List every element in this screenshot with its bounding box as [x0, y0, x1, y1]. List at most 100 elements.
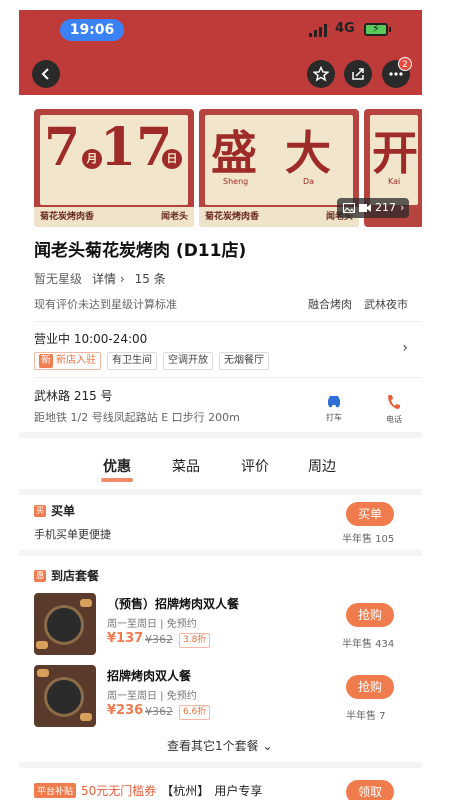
deal-item[interactable]: 招牌烤肉双人餐 周一至周日 | 免预约 ¥236 ¥362 6.6折 抢购 半年… — [34, 665, 422, 731]
dish-image — [80, 713, 92, 721]
deal-thumbnail — [34, 593, 96, 655]
banner-day-char: 日 — [162, 149, 182, 169]
deal-price: ¥137 — [107, 631, 144, 646]
divider — [34, 321, 422, 322]
banner-char-3: 开 — [372, 126, 418, 180]
banner-month-number: 7 — [44, 117, 81, 178]
business-hours: 营业中 10:00-24:00 — [34, 332, 148, 346]
taxi-button[interactable]: 打车 — [314, 394, 354, 423]
phone-label: 电话 — [386, 415, 402, 424]
media-count: 217 — [375, 201, 396, 214]
tag-nonsmoking: 无烟餐厅 — [219, 352, 269, 370]
pay-subtitle: 手机买单更便捷 — [34, 528, 111, 541]
banner-panel-date[interactable]: 7 月 17 日 菊花炭烤肉香 闻老头 — [34, 109, 194, 227]
tab-dishes[interactable]: 菜品 — [172, 456, 200, 476]
pay-button[interactable]: 买单 — [346, 502, 394, 526]
divider — [34, 377, 422, 378]
package-title: 到店套餐 — [51, 569, 100, 583]
address[interactable]: 武林路 215 号 — [34, 387, 113, 404]
back-button[interactable] — [32, 60, 60, 88]
banner-footer-brand: 闻老头 — [160, 212, 188, 222]
tab-reviews[interactable]: 评价 — [241, 456, 269, 476]
status-bar: 19:06 4G ⚡ — [19, 10, 422, 50]
buy-button[interactable]: 抢购 — [346, 675, 394, 699]
more-packages-link[interactable]: 查看其它1个套餐 ⌄ — [167, 737, 273, 754]
rating-row: 暂无星级 详情 › 15 条 — [34, 270, 166, 287]
share-button[interactable] — [344, 60, 372, 88]
media-count-pill[interactable]: 217 › — [337, 198, 409, 218]
banner-char-2: 大 — [285, 126, 331, 180]
banner-footer-left: 菊花炭烤肉香 — [40, 212, 95, 222]
chevron-right-icon: › — [400, 201, 405, 214]
promo-city: 【杭州】 — [161, 784, 210, 798]
phone-icon — [374, 394, 414, 414]
banner-month-char: 月 — [82, 149, 102, 169]
image-icon — [343, 203, 355, 213]
tab-nearby[interactable]: 周边 — [308, 456, 336, 476]
section-gap — [19, 489, 422, 495]
dish-image — [36, 641, 48, 649]
deal-item[interactable]: （预售）招牌烤肉双人餐 周一至周日 | 免预约 ¥137 ¥362 3.8折 抢… — [34, 593, 422, 659]
chevron-left-icon — [41, 68, 49, 80]
promo-amount: 50元无门槛券 — [81, 784, 157, 798]
pay-sold: 半年售 105 — [342, 534, 395, 545]
pay-section-title: 买 买单 — [34, 502, 75, 519]
banner-day-number: 17 — [100, 117, 173, 178]
more-packages-label: 查看其它1个套餐 — [167, 739, 259, 753]
chevron-down-icon: ⌄ — [262, 739, 273, 753]
address-subway: 距地铁 1/2 号线凤起路站 E 口步行 200m — [34, 411, 240, 424]
platform-badge: 平台补贴 — [34, 783, 77, 798]
favorite-button[interactable] — [307, 60, 335, 88]
package-section-title: 惠 到店套餐 — [34, 567, 99, 584]
tag-label: 新店入驻 — [56, 355, 96, 366]
app-screen: 19:06 4G ⚡ 2 7 月 17 日 菊花炭烤肉香 闻老头 盛 大 She… — [19, 10, 422, 800]
promo-note: 用户专享 — [214, 784, 263, 798]
video-icon — [359, 204, 371, 212]
section-gap — [19, 762, 422, 768]
header: 19:06 4G ⚡ 2 — [19, 10, 422, 95]
deal-old-price: ¥362 — [145, 633, 173, 646]
deal-meta: 周一至周日 | 免预约 — [107, 691, 197, 702]
tab-bar: 优惠 菜品 评价 周边 — [19, 456, 422, 484]
banner-footer: 菊花炭烤肉香 闻老头 — [199, 207, 359, 227]
new-box: 新 — [39, 354, 53, 368]
deal-sold: 半年售 434 — [342, 639, 395, 650]
claim-button[interactable]: 领取 — [346, 780, 394, 800]
promo-row: 平台补贴 50元无门槛券 【杭州】 用户专享 — [34, 782, 262, 799]
rating-label: 暂无星级 — [34, 272, 83, 286]
tab-deals[interactable]: 优惠 — [101, 456, 133, 482]
pay-icon: 买 — [34, 504, 46, 517]
grill-image — [44, 605, 84, 645]
shop-title: 闻老头菊花炭烤肉 (D11店) — [34, 241, 247, 261]
deal-thumbnail — [34, 665, 96, 727]
tag-aircon: 空调开放 — [163, 352, 213, 370]
network-label: 4G — [335, 21, 355, 36]
section-gap — [19, 432, 422, 438]
deal-price: ¥236 — [107, 703, 144, 718]
area-label[interactable]: 武林夜市 — [364, 296, 408, 312]
details-link[interactable]: 详情 › — [92, 270, 125, 287]
details-label: 详情 — [92, 272, 117, 286]
phone-button[interactable]: 电话 — [374, 394, 414, 425]
deal-name: （预售）招牌烤肉双人餐 — [107, 597, 240, 611]
banner-pinyin-3: Kai — [388, 177, 401, 186]
category-label[interactable]: 融合烤肉 — [308, 296, 352, 312]
rating-note: 现有评价未达到星级计算标准 — [34, 298, 177, 311]
banner-panel-grand[interactable]: 盛 大 Sheng Da 菊花炭烤肉香 闻老头 — [199, 109, 359, 227]
banner-pinyin-1: Sheng — [223, 177, 249, 186]
section-gap — [19, 550, 422, 556]
review-count: 15 条 — [134, 272, 166, 286]
category-tags: 融合烤肉 武林夜市 — [308, 296, 408, 312]
deal-sold: 半年售 7 — [346, 711, 386, 722]
banner-pinyin-2: Da — [303, 177, 315, 186]
deal-name: 招牌烤肉双人餐 — [107, 669, 192, 683]
status-time: 19:06 — [60, 19, 124, 41]
notification-badge: 2 — [398, 57, 412, 71]
more-dots-icon — [389, 72, 403, 76]
package-icon: 惠 — [34, 569, 46, 582]
page: 19:06 4G ⚡ 2 7 月 17 日 菊花炭烤肉香 闻老头 盛 大 She… — [0, 0, 456, 800]
hours-chevron-icon[interactable]: › — [402, 340, 408, 356]
facility-tags: 新新店入驻 有卫生间 空调开放 无烟餐厅 — [34, 352, 269, 370]
buy-button[interactable]: 抢购 — [346, 603, 394, 627]
car-icon — [314, 394, 354, 412]
